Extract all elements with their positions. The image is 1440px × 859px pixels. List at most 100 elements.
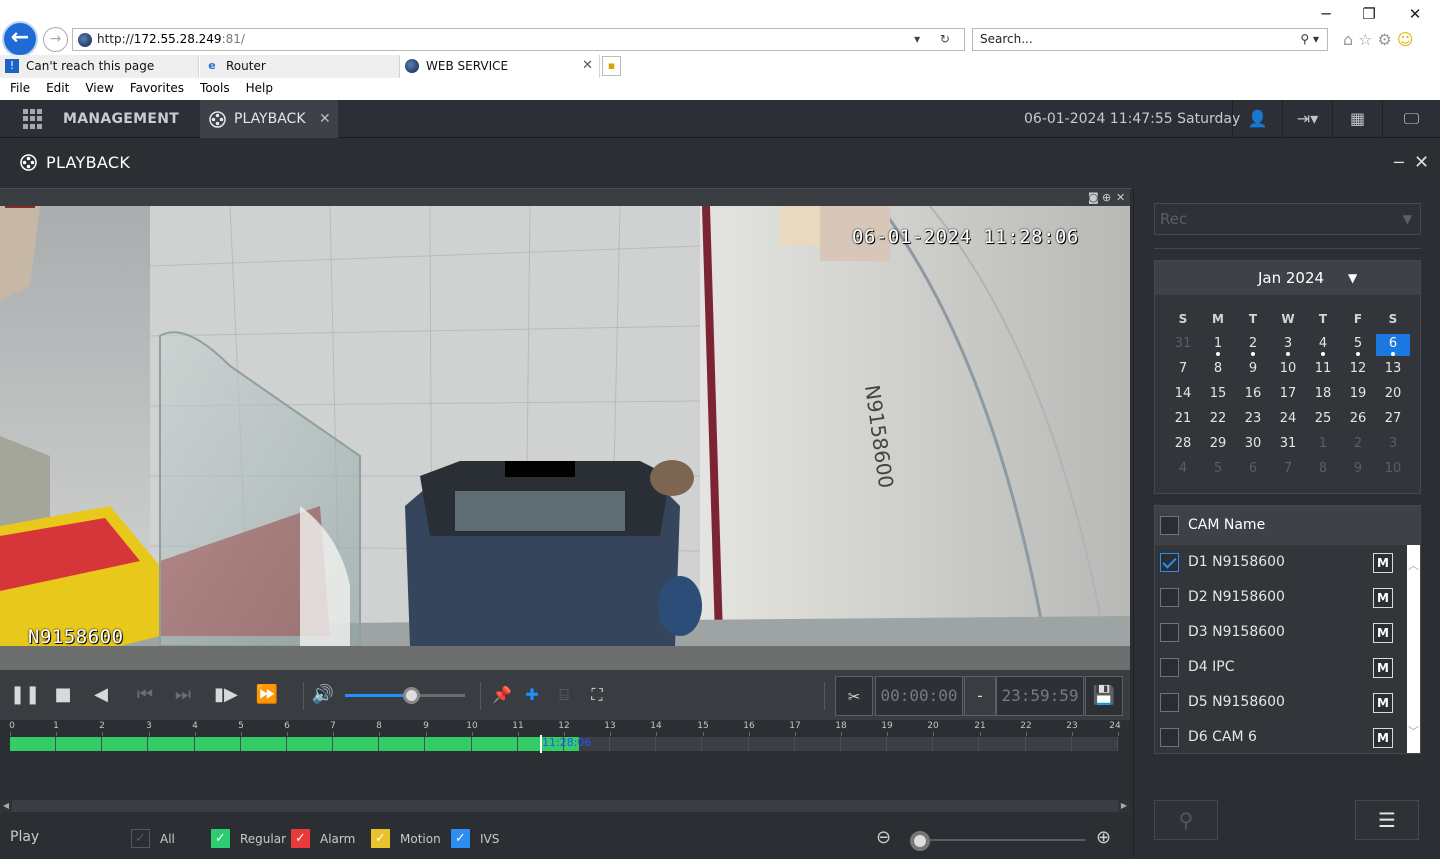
camera-checkbox[interactable] [1160, 728, 1179, 747]
calendar-day[interactable]: 5 [1341, 334, 1375, 356]
calendar-day[interactable]: 2 [1236, 334, 1270, 356]
checkbox-ivs[interactable]: ✓ [451, 829, 470, 848]
monitor-icon[interactable]: 🖵 [1382, 100, 1440, 138]
pause-button[interactable]: ❚❚ [10, 680, 40, 710]
play-reverse-button[interactable]: ◀ [88, 680, 114, 710]
clip-end-time[interactable]: 23:59:59 [996, 676, 1084, 716]
clip-button[interactable]: ✂ [835, 676, 873, 716]
scroll-down-icon[interactable]: ﹀ [1407, 723, 1420, 739]
forward-button[interactable]: → [43, 27, 68, 52]
camera-row[interactable]: D5 N9158600 M [1155, 685, 1407, 720]
calendar-day[interactable]: 29 [1201, 434, 1235, 456]
timeline-zoom-knob[interactable] [910, 831, 930, 851]
checkbox-alarm[interactable]: ✓ [291, 829, 310, 848]
calendar-day[interactable]: 5 [1201, 459, 1235, 481]
browser-tab[interactable]: ! Can't reach this page [0, 55, 199, 78]
search-icon[interactable]: ⚲ ▾ [1300, 29, 1319, 50]
pin-icon[interactable]: 📌 [490, 680, 514, 710]
calendar-day[interactable]: 18 [1306, 384, 1340, 406]
volume-icon[interactable]: 🔊 [310, 680, 336, 710]
save-clip-button[interactable]: 💾 [1085, 676, 1123, 716]
close-window-button[interactable]: ✕ [1400, 4, 1430, 24]
video-window[interactable]: N9158600 06-01-2024 11:28:06 N9158600 [0, 206, 1130, 670]
calendar-day[interactable]: 21 [1166, 409, 1200, 431]
calendar-day[interactable]: 17 [1271, 384, 1305, 406]
calendar-day[interactable]: 9 [1341, 459, 1375, 481]
menu-file[interactable]: File [4, 78, 36, 99]
close-tab-icon[interactable]: ✕ [319, 100, 331, 138]
calendar-day[interactable]: 1 [1306, 434, 1340, 456]
menu-favorites[interactable]: Favorites [124, 78, 190, 99]
camera-row[interactable]: D2 N9158600 M [1155, 580, 1407, 615]
feedback-smiley-icon[interactable]: ☺ [1397, 30, 1419, 49]
timeline-adjust-icon[interactable]: ✚ [518, 680, 546, 710]
smart-search-button[interactable]: ⚲ [1154, 800, 1218, 840]
calendar-day[interactable]: 31 [1271, 434, 1305, 456]
favorites-star-icon[interactable]: ☆ [1358, 30, 1377, 49]
calendar-day[interactable]: 10 [1271, 359, 1305, 381]
calendar-month[interactable]: Jan 2024 [1258, 261, 1324, 295]
calendar-day[interactable]: 31 [1166, 334, 1200, 356]
calendar-day[interactable]: 7 [1271, 459, 1305, 481]
minimize-panel-button[interactable]: ─ [1394, 139, 1404, 187]
calendar-day[interactable]: 23 [1236, 409, 1270, 431]
management-menu[interactable]: MANAGEMENT [63, 100, 179, 138]
calendar-day[interactable]: 27 [1376, 409, 1410, 431]
camera-checkbox[interactable] [1160, 588, 1179, 607]
refresh-icon[interactable]: ▾ ↻ [914, 29, 958, 50]
camera-row[interactable]: D4 IPC M [1155, 650, 1407, 685]
smart-search-icon[interactable]: ⌸ [552, 680, 576, 710]
calendar-day[interactable]: 7 [1166, 359, 1200, 381]
zoom-icon[interactable]: ⊕ [1102, 189, 1111, 206]
calendar-day[interactable]: 15 [1201, 384, 1235, 406]
settings-gear-icon[interactable]: ⚙ [1378, 30, 1397, 49]
calendar-day[interactable]: 2 [1341, 434, 1375, 456]
apps-grid-icon[interactable] [23, 109, 43, 129]
camera-list-scrollbar[interactable]: ︿ ﹀ [1407, 545, 1420, 753]
restore-window-button[interactable]: ❐ [1354, 4, 1384, 24]
minimize-window-button[interactable]: ─ [1311, 4, 1341, 24]
calendar-day[interactable]: 8 [1201, 359, 1235, 381]
main-stream-toggle[interactable]: M [1373, 623, 1393, 643]
previous-frame-button[interactable]: ⏮ [132, 680, 158, 710]
scroll-right-icon[interactable]: ▶ [1118, 800, 1130, 812]
calendar-day[interactable]: 22 [1201, 409, 1235, 431]
camera-checkbox[interactable] [1160, 658, 1179, 677]
main-stream-toggle[interactable]: M [1373, 693, 1393, 713]
snapshot-icon[interactable]: ◙ [1088, 189, 1099, 206]
calendar-day[interactable]: 30 [1236, 434, 1270, 456]
calendar-day[interactable]: 8 [1306, 459, 1340, 481]
next-frame-button[interactable]: ⏭ [170, 680, 196, 710]
address-bar[interactable]: http://172.55.28.249:81/ ▾ ↻ [72, 28, 965, 51]
volume-knob[interactable] [403, 687, 420, 704]
timeline-zoom-slider[interactable] [918, 839, 1085, 841]
zoom-in-icon[interactable]: ⊕ [1096, 825, 1111, 851]
calendar-day[interactable]: 14 [1166, 384, 1200, 406]
browser-tab-active[interactable]: WEB SERVICE ✕ [400, 55, 600, 78]
file-list-button[interactable]: ☰ [1355, 800, 1419, 840]
slow-play-button[interactable]: ▮▶ [212, 680, 240, 710]
checkbox-all[interactable]: ✓ [131, 829, 150, 848]
record-type-select[interactable]: Rec ▼ [1154, 203, 1421, 235]
main-stream-toggle[interactable]: M [1373, 658, 1393, 678]
calendar-day[interactable]: 25 [1306, 409, 1340, 431]
main-stream-toggle[interactable]: M [1373, 553, 1393, 573]
menu-edit[interactable]: Edit [40, 78, 75, 99]
user-icon[interactable]: 👤 [1232, 100, 1282, 138]
zoom-out-icon[interactable]: ⊖ [876, 825, 891, 851]
camera-row[interactable]: D1 N9158600 M [1155, 545, 1407, 580]
calendar-day[interactable]: 19 [1341, 384, 1375, 406]
menu-view[interactable]: View [79, 78, 119, 99]
browser-tab[interactable]: e Router [200, 55, 400, 78]
menu-tools[interactable]: Tools [194, 78, 236, 99]
calendar-day[interactable]: 4 [1306, 334, 1340, 356]
calendar-day[interactable]: 4 [1166, 459, 1200, 481]
calendar-day[interactable]: 9 [1236, 359, 1270, 381]
calendar-day[interactable]: 20 [1376, 384, 1410, 406]
calendar-day-selected[interactable]: 6 [1376, 334, 1410, 356]
calendar-day[interactable]: 3 [1271, 334, 1305, 356]
stop-button[interactable]: ■ [50, 680, 76, 710]
fast-play-button[interactable]: ⏩ [252, 680, 282, 710]
calendar-day[interactable]: 26 [1341, 409, 1375, 431]
checkbox-regular[interactable]: ✓ [211, 829, 230, 848]
